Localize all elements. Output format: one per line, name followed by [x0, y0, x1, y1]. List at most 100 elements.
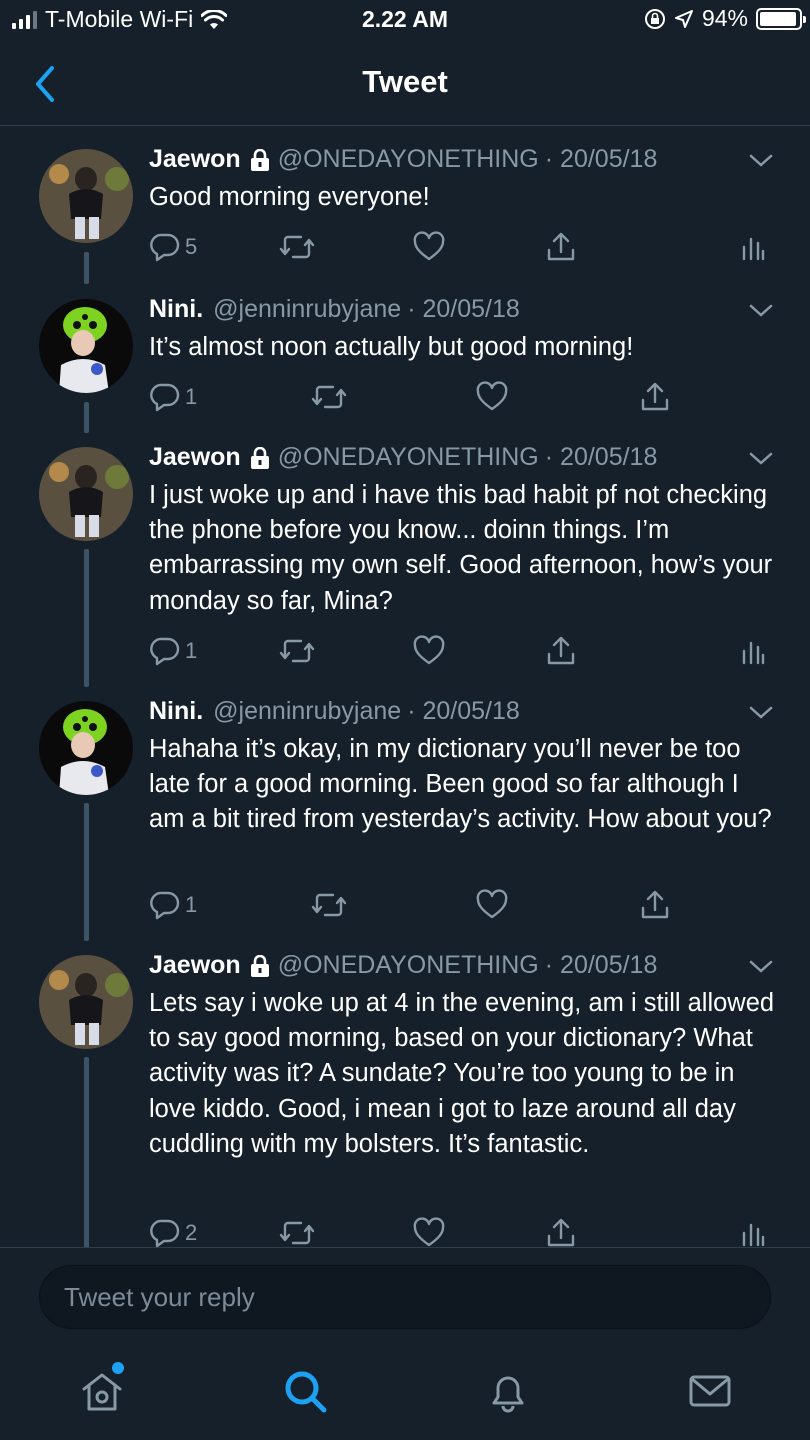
- reply-button[interactable]: 1: [149, 889, 197, 921]
- chevron-down-icon[interactable]: [748, 705, 774, 721]
- reply-icon: [150, 1219, 180, 1247]
- analytics-icon: [742, 641, 765, 665]
- tweet-text: Good morning everyone!: [149, 183, 430, 211]
- avatar[interactable]: [39, 447, 133, 541]
- reply-button[interactable]: 5: [149, 231, 197, 263]
- bell-icon[interactable]: [484, 1367, 532, 1415]
- tweet[interactable]: Nini. @jenninrubyjane · 20/05/18 Hahaha …: [0, 679, 810, 941]
- tweet[interactable]: Nini. @jenninrubyjane · 20/05/18 It’s al…: [0, 277, 810, 433]
- share-button[interactable]: [639, 889, 671, 921]
- handle[interactable]: @ONEDAYONETHING: [278, 951, 539, 980]
- avatar[interactable]: [39, 701, 133, 795]
- location-arrow-icon: [674, 9, 693, 28]
- reply-count: 1: [185, 892, 198, 917]
- display-name[interactable]: Nini.: [149, 697, 203, 726]
- heart-icon: [413, 635, 445, 665]
- display-name[interactable]: Jaewon: [149, 443, 241, 472]
- search-icon[interactable]: [281, 1367, 329, 1415]
- lock-icon: [250, 446, 269, 469]
- page-title: Tweet: [362, 64, 448, 99]
- tweet[interactable]: Jaewon @ONEDAYONETHING · 20/05/18 Lets s…: [0, 933, 810, 1247]
- chevron-down-icon[interactable]: [748, 153, 774, 169]
- home-icon[interactable]: [78, 1367, 126, 1415]
- analytics-button[interactable]: [741, 635, 765, 667]
- tweet-date: · 20/05/18: [544, 951, 658, 979]
- display-name[interactable]: Jaewon: [149, 145, 241, 174]
- display-name[interactable]: Jaewon: [149, 951, 241, 980]
- retweet-button[interactable]: [279, 635, 315, 667]
- lock-icon: [250, 954, 269, 977]
- tweet-text: Lets say i woke up at 4 in the evening, …: [149, 989, 775, 1158]
- tweet-date: · 20/05/18: [407, 697, 520, 725]
- handle[interactable]: @ONEDAYONETHING: [278, 145, 539, 174]
- retweet-icon: [311, 893, 347, 917]
- reply-icon: [150, 383, 180, 412]
- retweet-button[interactable]: [279, 1217, 315, 1247]
- orientation-lock-icon: [644, 8, 665, 29]
- reply-button[interactable]: 2: [149, 1217, 197, 1247]
- navigation-bar: Tweet: [0, 42, 810, 126]
- chevron-down-icon[interactable]: [748, 451, 774, 467]
- tweet-text: It’s almost noon actually but good morni…: [149, 333, 634, 361]
- chevron-down-icon[interactable]: [748, 959, 774, 975]
- share-button[interactable]: [545, 635, 577, 667]
- retweet-icon: [279, 1221, 315, 1245]
- tweet-actions: 2: [149, 1217, 770, 1247]
- handle[interactable]: @ONEDAYONETHING: [278, 443, 539, 472]
- share-icon: [641, 890, 669, 919]
- like-button[interactable]: [413, 231, 445, 263]
- heart-icon: [413, 231, 445, 261]
- retweet-button[interactable]: [279, 231, 315, 263]
- reply-count: 5: [185, 234, 198, 259]
- new-content-dot: [112, 1362, 124, 1374]
- avatar[interactable]: [39, 299, 133, 393]
- status-bar: T-Mobile Wi-Fi 2.22 AM 94%: [0, 0, 810, 42]
- handle[interactable]: @jenninrubyjane: [213, 697, 401, 726]
- analytics-button[interactable]: [741, 1217, 765, 1247]
- tweet-actions: 1: [149, 889, 770, 929]
- thread-connector-line: [84, 1057, 89, 1247]
- analytics-icon: [742, 237, 765, 261]
- reply-button[interactable]: 1: [149, 635, 197, 667]
- share-button[interactable]: [639, 381, 671, 413]
- share-button[interactable]: [545, 231, 577, 263]
- reply-button[interactable]: 1: [149, 381, 197, 413]
- avatar[interactable]: [39, 149, 133, 243]
- like-button[interactable]: [413, 1217, 445, 1247]
- reply-input[interactable]: Tweet your reply: [39, 1265, 771, 1329]
- reply-composer: Tweet your reply: [0, 1247, 810, 1345]
- thread-connector-line: [84, 803, 89, 941]
- like-button[interactable]: [476, 889, 508, 921]
- like-button[interactable]: [476, 381, 508, 413]
- reply-count: 2: [185, 1220, 198, 1245]
- retweet-button[interactable]: [311, 889, 347, 921]
- analytics-button[interactable]: [741, 231, 765, 263]
- share-button[interactable]: [545, 1217, 577, 1247]
- reply-icon: [150, 891, 180, 920]
- tweet-date: · 20/05/18: [544, 145, 658, 173]
- share-icon: [547, 1218, 575, 1247]
- battery-icon: [756, 7, 806, 30]
- chevron-down-icon[interactable]: [748, 303, 774, 319]
- lock-icon: [250, 148, 269, 171]
- like-button[interactable]: [413, 635, 445, 667]
- tweet-actions: 1: [149, 635, 770, 675]
- analytics-icon: [742, 1223, 765, 1247]
- handle[interactable]: @jenninrubyjane: [213, 295, 401, 324]
- tweet[interactable]: Jaewon @ONEDAYONETHING · 20/05/18 I just…: [0, 425, 810, 687]
- retweet-icon: [279, 235, 315, 259]
- reply-icon: [150, 233, 180, 262]
- tweet-actions: 1: [149, 381, 770, 421]
- tweet-thread-screen: T-Mobile Wi-Fi 2.22 AM 94% Tweet Jaewon …: [0, 0, 810, 1440]
- retweet-button[interactable]: [311, 381, 347, 413]
- retweet-icon: [311, 385, 347, 409]
- tweet-date: · 20/05/18: [544, 443, 658, 471]
- mail-icon[interactable]: [686, 1367, 734, 1415]
- heart-icon: [476, 889, 508, 919]
- display-name[interactable]: Nini.: [149, 295, 203, 324]
- share-icon: [547, 232, 575, 261]
- tweet[interactable]: Jaewon @ONEDAYONETHING · 20/05/18 Good m…: [0, 127, 810, 284]
- heart-icon: [476, 381, 508, 411]
- tweet-list[interactable]: Jaewon @ONEDAYONETHING · 20/05/18 Good m…: [0, 127, 810, 1247]
- avatar[interactable]: [39, 955, 133, 1049]
